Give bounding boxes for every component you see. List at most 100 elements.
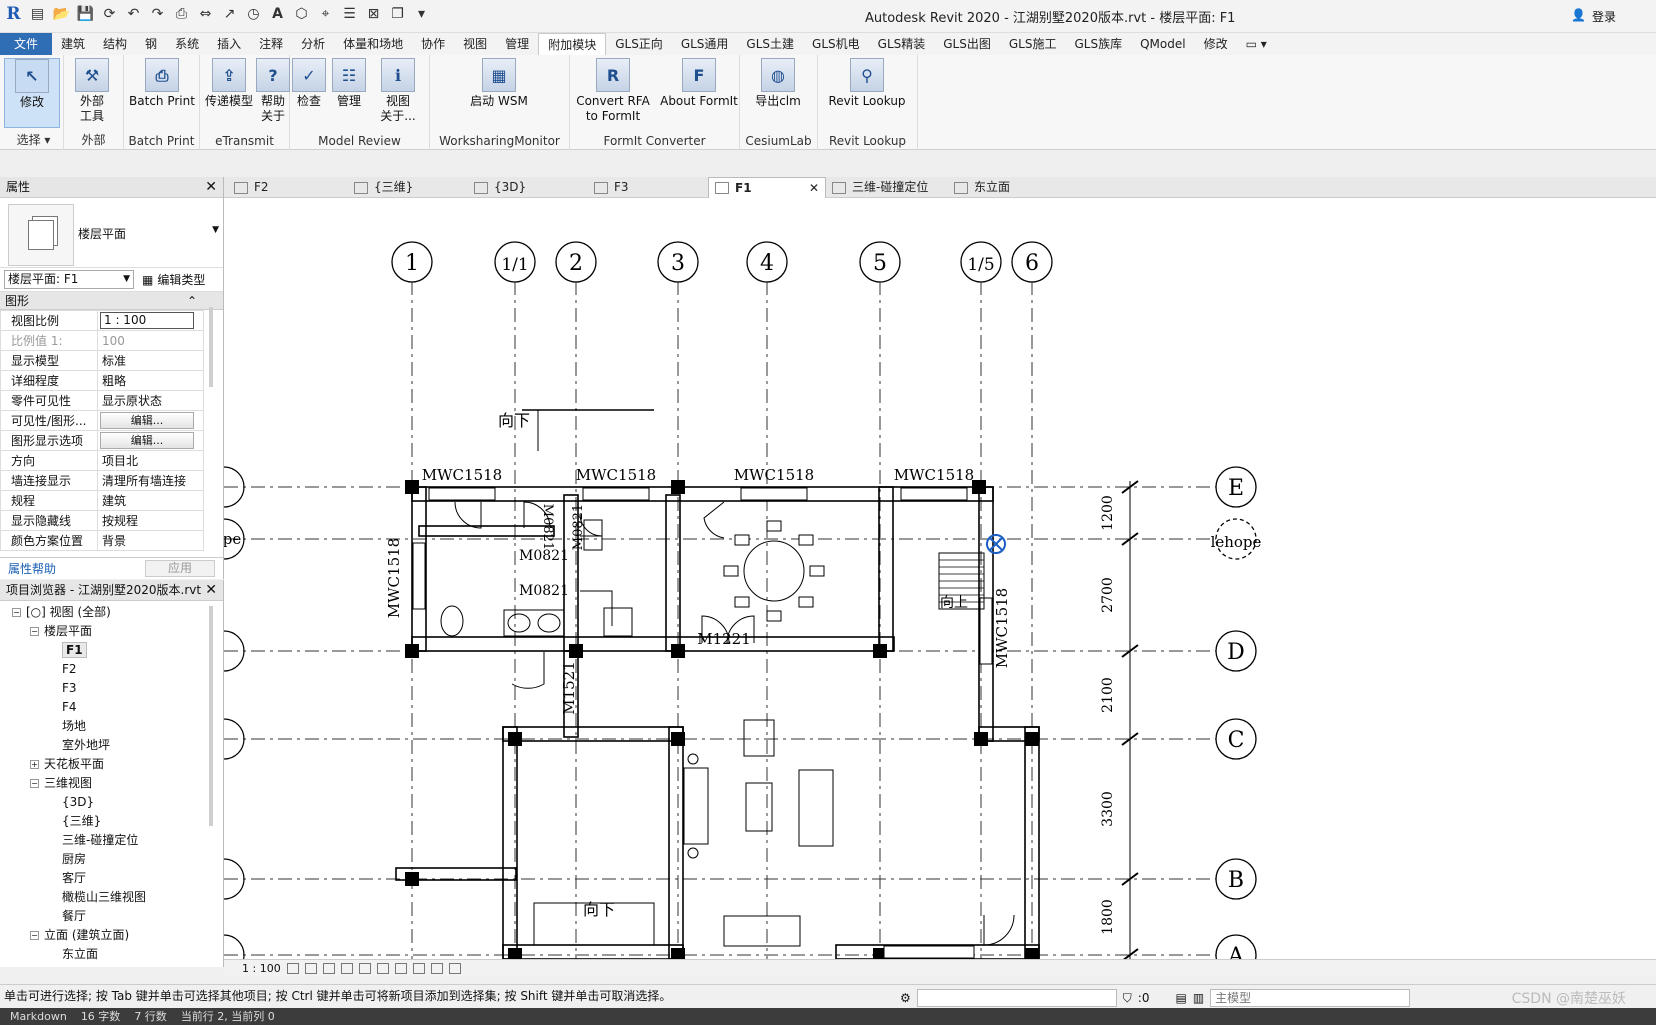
browser-node[interactable]: {3D} [0,793,223,812]
browser-scrollbar[interactable] [209,606,213,826]
design-options-icon[interactable]: ▤ [1175,987,1186,1009]
section-icon[interactable]: ⌖ [316,4,335,23]
view-tab[interactable]: F1 ✕ [708,177,826,198]
browser-node[interactable]: {三维} [0,812,223,831]
view-tab[interactable]: 东立面 [948,177,1048,198]
reveal-hidden-icon[interactable] [430,962,443,974]
menu-tab[interactable]: GLS出图 [934,33,1000,55]
menu-tab[interactable]: GLS族库 [1065,33,1131,55]
menu-tab[interactable]: GLS施工 [1000,33,1066,55]
menu-tab[interactable]: 分析 [292,33,334,55]
edit-button[interactable]: 编辑... [100,432,194,449]
menu-tab[interactable]: 系统 [166,33,208,55]
ribbon-button[interactable]: ▦ 启动 WSM [454,58,544,109]
sun-path-icon[interactable] [322,962,335,974]
property-row[interactable]: 显示隐藏线 按规程 [0,510,204,531]
close-hidden-icon[interactable]: ⊠ [364,4,383,23]
edit-type-button[interactable]: ▦ 编辑类型 [142,271,205,288]
crop-view-icon[interactable] [358,962,371,974]
property-value[interactable]: 清理所有墙连接 [97,470,204,491]
properties-scrollbar[interactable] [209,307,213,387]
property-value[interactable]: 建筑 [97,490,204,511]
signin-label[interactable]: 登录 [1592,8,1616,25]
property-row[interactable]: 可见性/图形... 编辑... [0,410,204,431]
menu-tab[interactable]: QModel [1131,33,1194,55]
tag-icon[interactable]: ◷ [244,4,263,23]
menu-tab[interactable]: GLS精装 [869,33,935,55]
browser-node[interactable]: F1 [0,641,223,660]
menu-tab[interactable]: 文件 [0,33,53,55]
menu-tab[interactable]: GLS机电 [803,33,869,55]
menu-tab[interactable]: 附加模块 [538,33,607,55]
property-value[interactable]: 1 : 100 [97,310,204,331]
properties-help-link[interactable]: 属性帮助 [8,560,56,577]
property-row[interactable]: 显示模型 标准 [0,350,204,371]
switch-windows-icon[interactable]: ❐ [388,4,407,23]
editable-only-icon[interactable]: ▥ [1193,987,1204,1009]
sync-icon[interactable]: ⟳ [100,4,119,23]
measure-icon[interactable]: ⇔ [196,4,215,23]
view-tab[interactable]: F2 [228,177,346,198]
ribbon-button[interactable]: ⇪ 传递模型 [200,58,258,109]
property-value[interactable]: 编辑... [97,430,204,451]
show-crop-icon[interactable] [376,962,389,974]
menu-tab[interactable]: GLS土建 [737,33,803,55]
property-value[interactable]: 背景 [97,530,204,551]
visual-style-icon[interactable] [304,962,317,974]
property-value[interactable]: 项目北 [97,450,204,471]
browser-node[interactable]: F4 [0,698,223,717]
browser-node[interactable]: − [○] 视图 (全部) [0,603,223,622]
print-icon[interactable]: ⎙ [172,4,191,23]
menu-tab[interactable]: 注释 [250,33,292,55]
browser-node[interactable]: F3 [0,679,223,698]
worksets-icon[interactable]: ⚙ [900,987,911,1009]
ribbon-button[interactable]: ◍ 导出clm [742,58,814,109]
property-row[interactable]: 详细程度 粗略 [0,370,204,391]
collapse-icon[interactable]: ⌃ [187,292,197,310]
property-value[interactable]: 100 [97,330,204,351]
analytical-model-icon[interactable] [448,962,461,974]
ribbon-button[interactable]: R Convert RFA to FormIt [570,58,656,124]
undo-icon[interactable]: ↶ [124,4,143,23]
edit-button[interactable]: 编辑... [100,412,194,429]
browser-node[interactable]: 室外地坪 [0,736,223,755]
property-row[interactable]: 墙连接显示 清理所有墙连接 [0,470,204,491]
model-selector[interactable]: 主模型 [1210,989,1411,1007]
ribbon-button[interactable]: ↖ 修改 [4,58,60,128]
temporary-hide-icon[interactable] [412,962,425,974]
browser-node[interactable]: 厨房 [0,850,223,869]
browser-node[interactable]: F2 [0,660,223,679]
customize-qat-icon[interactable]: ▾ [412,4,431,23]
type-selector[interactable]: 楼层平面 ▼ [0,198,223,268]
property-value[interactable]: 编辑... [97,410,204,431]
close-icon[interactable]: ✕ [205,580,217,601]
menu-tab[interactable]: 插入 [208,33,250,55]
browser-node[interactable]: − 三维视图 [0,774,223,793]
property-value[interactable]: 标准 [97,350,204,371]
ribbon-button[interactable]: ? 帮助 关于 [256,58,290,124]
revit-logo-icon[interactable]: R [4,4,23,24]
property-value[interactable]: 显示原状态 [97,390,204,411]
ribbon-button[interactable]: F About FormIt [658,58,740,109]
recent-files-icon[interactable]: ▤ [28,4,47,23]
menu-tab[interactable]: GLS正向 [606,33,672,55]
detail-level-icon[interactable] [286,962,299,974]
ribbon-button[interactable]: ☷ 管理 [330,58,368,109]
browser-node[interactable]: 客厅 [0,869,223,888]
ribbon-button[interactable]: ℹ 视图 关于... [372,58,424,124]
shadows-icon[interactable] [340,962,353,974]
menu-tab[interactable]: 修改 [1195,33,1237,55]
close-icon[interactable]: ✕ [809,178,819,199]
apply-button[interactable]: 应用 [145,560,215,577]
menu-tab[interactable]: 钢 [136,33,166,55]
workset-selector[interactable] [916,989,1117,1007]
thin-lines-icon[interactable]: ☰ [340,4,359,23]
view-tab[interactable]: {三维} [348,177,466,198]
property-row[interactable]: 视图比例 1 : 100 [0,310,204,331]
browser-node[interactable]: 三维-碰撞定位 [0,831,223,850]
menu-tab[interactable]: 管理 [496,33,538,55]
browser-node[interactable]: − 立面 (建筑立面) [0,926,223,945]
property-row[interactable]: 零件可见性 显示原状态 [0,390,204,411]
menu-tab[interactable]: 体量和场地 [334,33,412,55]
view-tab[interactable]: F3 [588,177,706,198]
